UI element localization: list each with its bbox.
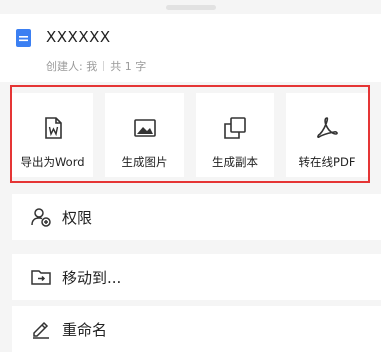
copy-icon: [222, 115, 248, 141]
generate-image-label: 生成图片: [121, 155, 168, 169]
pdf-icon: [314, 115, 340, 141]
create-copy-button[interactable]: 生成副本: [196, 93, 274, 177]
menu-item-permissions[interactable]: 权限: [12, 194, 381, 240]
menu-item-label: 权限: [62, 208, 93, 227]
online-pdf-button[interactable]: 转在线PDF: [286, 93, 368, 177]
menu-item-rename[interactable]: 重命名: [12, 306, 381, 352]
generate-image-button[interactable]: 生成图片: [105, 93, 184, 177]
bottom-sheet: XXXXXX 创建人: 我 共 1 字 导出为Word 生成图片 生成副本 转在…: [0, 0, 381, 352]
menu-item-label: 重命名: [62, 320, 108, 339]
document-icon: [16, 29, 31, 47]
document-meta: 创建人: 我 共 1 字: [46, 58, 146, 74]
online-pdf-label: 转在线PDF: [298, 155, 356, 169]
image-icon: [132, 115, 158, 141]
menu-item-label: 移动到...: [62, 268, 122, 287]
char-count: 共 1 字: [110, 60, 147, 73]
menu-item-move-to[interactable]: 移动到...: [12, 254, 381, 300]
create-copy-label: 生成副本: [212, 155, 258, 169]
export-actions-panel: 导出为Word 生成图片 生成副本 转在线PDF: [10, 85, 370, 183]
word-file-icon: [40, 115, 66, 141]
drag-handle[interactable]: [166, 5, 216, 10]
export-word-button[interactable]: 导出为Word: [12, 93, 93, 177]
export-word-label: 导出为Word: [20, 155, 85, 169]
move-folder-icon: [30, 266, 52, 288]
document-header: XXXXXX 创建人: 我 共 1 字: [0, 14, 381, 82]
creator-label: 创建人: 我: [46, 60, 98, 73]
user-permission-icon: [30, 206, 52, 228]
document-title: XXXXXX: [46, 28, 111, 46]
meta-divider: [103, 61, 105, 71]
rename-pen-icon: [30, 318, 52, 340]
